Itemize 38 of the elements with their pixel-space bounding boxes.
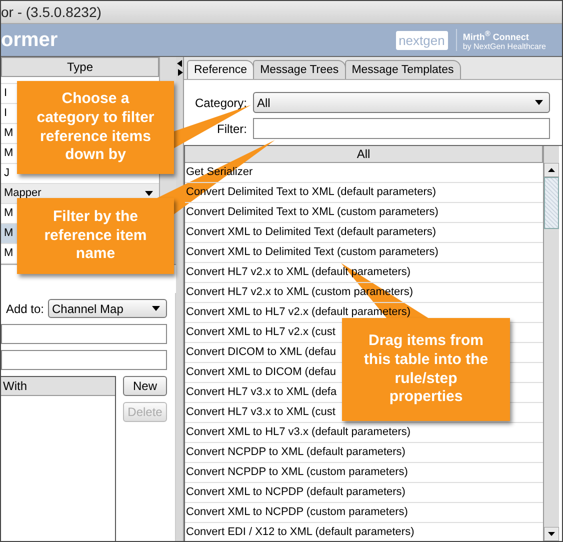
- filter-label: Filter:: [216, 122, 247, 136]
- table-cell[interactable]: Convert XML to NCPDP (custom parameters): [185, 503, 543, 523]
- callout-tooltip: Filter by the reference item name: [17, 198, 174, 274]
- table-cell[interactable]: Convert Delimited Text to XML (custom parameters): [185, 203, 543, 223]
- tab[interactable]: Message Templates: [344, 60, 461, 79]
- scroll-up-icon[interactable]: [544, 163, 559, 177]
- table-cell[interactable]: Convert XML to Delimited Text (default parameters): [185, 223, 543, 243]
- input-field[interactable]: [1, 324, 167, 344]
- column-header[interactable]: With: [1, 377, 115, 396]
- split-arrows-icon[interactable]: [176, 60, 182, 76]
- input-field[interactable]: [1, 350, 167, 370]
- category-dropdown[interactable]: All: [253, 92, 550, 113]
- brand-name: Mirth$^{®}$ Connect: [462, 29, 530, 42]
- action-button[interactable]: New: [123, 376, 167, 396]
- filter-field[interactable]: [253, 118, 550, 139]
- tab[interactable]: Reference: [187, 60, 254, 79]
- callout-tooltip: Choose a category to filter reference items down by: [17, 81, 174, 174]
- table-cell[interactable]: Convert XML to NCPDP (default parameters): [185, 483, 543, 503]
- category-label: Category:: [194, 96, 247, 110]
- replace-table[interactable]: With: [1, 376, 116, 541]
- table-cell[interactable]: Convert NCPDP to XML (default parameters): [185, 443, 543, 463]
- scrollbar[interactable]: [543, 146, 559, 541]
- table-cell[interactable]: Convert XML to Delimited Text (custom parameters): [185, 243, 543, 263]
- scroll-thumb[interactable]: [544, 177, 559, 229]
- add-to-dropdown[interactable]: Channel Map: [48, 299, 167, 318]
- table-cell[interactable]: Convert NCPDP to XML (custom parameters): [185, 463, 543, 483]
- logo: nextgen: [396, 30, 448, 50]
- header-title: ormer: [1, 28, 58, 52]
- caret-icon: [535, 100, 543, 105]
- scroll-down-icon[interactable]: [544, 527, 559, 541]
- table-cell[interactable]: Convert XML to HL7 v3.x (default parameters): [185, 423, 543, 443]
- brand-subtitle: by NextGen Healthcare: [462, 42, 546, 51]
- column-header[interactable]: Type: [1, 57, 159, 77]
- add-to-label: Add to:: [6, 302, 44, 316]
- caret-icon: [152, 306, 160, 311]
- column-header[interactable]: All: [185, 146, 543, 163]
- tab[interactable]: Message Trees: [253, 60, 346, 79]
- window-title: or - (3.5.0.8232): [1, 4, 102, 20]
